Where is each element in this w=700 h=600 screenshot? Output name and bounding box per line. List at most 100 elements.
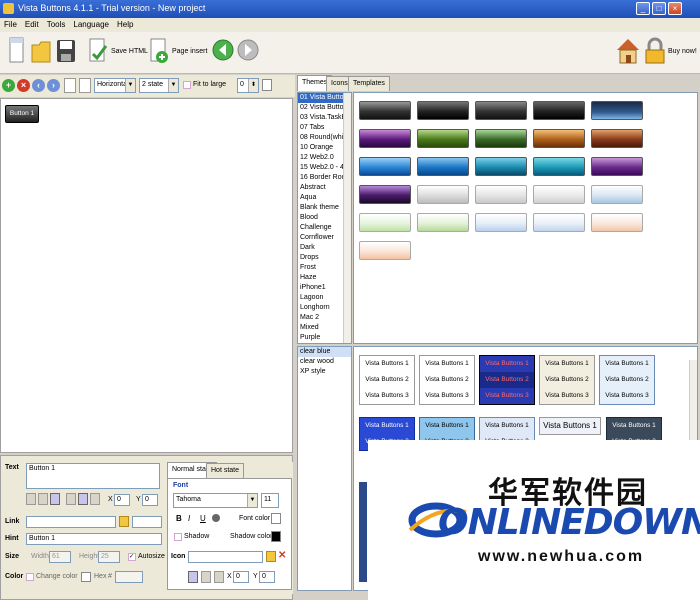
preview-item[interactable]: Vista Buttons 1 — [539, 417, 601, 435]
theme-swatch[interactable] — [359, 129, 411, 148]
target-select[interactable] — [132, 516, 162, 528]
close-icon[interactable]: × — [668, 2, 682, 15]
lock-icon[interactable] — [643, 36, 667, 66]
theme-swatch[interactable] — [475, 157, 527, 176]
theme-swatch[interactable] — [417, 213, 469, 232]
hex-input[interactable] — [115, 571, 143, 583]
icon-position-left-icon[interactable] — [188, 571, 198, 583]
icon-left-icon[interactable] — [66, 493, 76, 505]
open-folder-icon[interactable] — [30, 36, 52, 66]
preview-item[interactable]: Vista Buttons 1 Vista Buttons 2 Vista Butt… — [359, 355, 415, 405]
text-input[interactable]: Button 1 — [26, 463, 160, 489]
folder-icon[interactable] — [119, 516, 129, 527]
icon-center-icon[interactable] — [78, 493, 88, 505]
color-swatch[interactable] — [81, 572, 91, 582]
theme-swatch[interactable] — [359, 185, 411, 204]
menu-edit[interactable]: Edit — [21, 18, 43, 31]
theme-swatch[interactable] — [359, 213, 411, 232]
theme-swatch[interactable] — [359, 101, 411, 120]
menu-file[interactable]: File — [0, 18, 21, 31]
width-input[interactable]: 61 — [49, 551, 71, 563]
theme-swatch[interactable] — [591, 101, 643, 120]
canvas-button[interactable]: Button 1 — [5, 105, 39, 123]
theme-swatch[interactable] — [475, 185, 527, 204]
theme-swatch[interactable] — [417, 157, 469, 176]
button-canvas[interactable]: Button 1 — [0, 98, 293, 453]
add-subitem-icon[interactable] — [79, 78, 91, 93]
list-item[interactable]: clear blue — [298, 347, 351, 357]
delete-icon[interactable]: ✕ — [278, 550, 286, 561]
icon-y-input[interactable]: 0 — [259, 571, 275, 583]
align-center-icon[interactable] — [38, 493, 48, 505]
autosize-checkbox[interactable]: ✓ — [128, 553, 136, 561]
list-item[interactable]: XP style — [298, 367, 351, 377]
theme-swatch[interactable] — [533, 129, 585, 148]
save-html-icon[interactable] — [87, 36, 109, 66]
add-submenu-icon[interactable] — [64, 78, 76, 93]
style-list[interactable]: clear blue clear wood XP style — [297, 346, 352, 591]
buy-now-button[interactable]: Buy now! — [668, 48, 697, 55]
align-right-icon[interactable] — [50, 493, 60, 505]
underline-button[interactable]: U — [200, 514, 206, 523]
back-arrow-icon[interactable] — [212, 38, 234, 68]
move-right-icon[interactable]: › — [47, 79, 60, 92]
icon-x-input[interactable]: 0 — [233, 571, 249, 583]
theme-list-scrollbar[interactable] — [343, 93, 351, 343]
delete-button-icon[interactable]: × — [17, 79, 30, 92]
forward-arrow-icon[interactable] — [237, 38, 259, 68]
folder-icon[interactable] — [266, 551, 276, 562]
tab-templates[interactable]: Templates — [348, 76, 390, 91]
preview-item[interactable]: Vista Buttons 1 Vista Buttons 2 Vista Butt… — [479, 355, 535, 405]
icon-position-right-icon[interactable] — [201, 571, 211, 583]
house-icon[interactable] — [615, 36, 643, 66]
theme-swatch[interactable] — [417, 185, 469, 204]
theme-swatch[interactable] — [475, 213, 527, 232]
italic-button[interactable]: I — [188, 514, 190, 523]
theme-swatch[interactable] — [359, 157, 411, 176]
theme-swatch[interactable] — [533, 101, 585, 120]
hint-input[interactable]: Button 1 — [26, 533, 162, 545]
move-left-icon[interactable]: ‹ — [32, 79, 45, 92]
height-input[interactable]: 25 — [98, 551, 120, 563]
list-item[interactable]: clear wood — [298, 357, 351, 367]
align-left-icon[interactable] — [26, 493, 36, 505]
x-input[interactable]: 0 — [114, 494, 130, 506]
effects-icon[interactable] — [212, 514, 220, 522]
menu-tools[interactable]: Tools — [43, 18, 70, 31]
font-size-select[interactable]: 11 — [261, 493, 279, 508]
y-input[interactable]: 0 — [142, 494, 158, 506]
minimize-icon[interactable]: _ — [636, 2, 650, 15]
theme-swatch[interactable] — [533, 185, 585, 204]
theme-swatch[interactable] — [475, 129, 527, 148]
page-insert-button[interactable]: Page insert — [172, 48, 207, 55]
preview-item[interactable]: Vista Buttons 1 Vista Buttons 2 Vista Butt… — [419, 355, 475, 405]
theme-swatch[interactable] — [417, 101, 469, 120]
shadow-color-swatch[interactable] — [271, 531, 281, 542]
menu-help[interactable]: Help — [113, 18, 137, 31]
link-input[interactable] — [26, 516, 116, 528]
menu-language[interactable]: Language — [69, 18, 113, 31]
theme-swatch[interactable] — [591, 157, 643, 176]
font-select[interactable]: Tahoma ▼ — [173, 493, 258, 508]
icon-input[interactable] — [188, 551, 263, 563]
theme-swatch[interactable] — [591, 213, 643, 232]
save-icon[interactable] — [55, 36, 77, 66]
preview-item[interactable]: Vista Buttons 1 Vista Buttons 2 Vista Butt… — [539, 355, 595, 405]
theme-swatch[interactable] — [591, 129, 643, 148]
theme-swatch[interactable] — [475, 101, 527, 120]
add-button-icon[interactable]: + — [2, 79, 15, 92]
font-color-swatch[interactable] — [271, 513, 281, 524]
icon-position-top-icon[interactable] — [214, 571, 224, 583]
bold-button[interactable]: B — [176, 514, 182, 523]
theme-swatch[interactable] — [591, 185, 643, 204]
theme-swatch[interactable] — [417, 129, 469, 148]
theme-swatch[interactable] — [533, 213, 585, 232]
spacing-spinner[interactable]: 0 ⬍ — [237, 78, 259, 93]
shadow-checkbox[interactable] — [174, 533, 182, 541]
preview-item[interactable]: Vista Buttons 1 Vista Buttons 2 Vista Butt… — [599, 355, 655, 405]
fit-to-large-checkbox[interactable] — [183, 81, 191, 89]
color-swatch[interactable] — [262, 79, 272, 91]
orientation-select[interactable]: Horizontal ▼ — [94, 78, 136, 93]
theme-swatch[interactable] — [533, 157, 585, 176]
theme-swatch[interactable] — [359, 241, 411, 260]
